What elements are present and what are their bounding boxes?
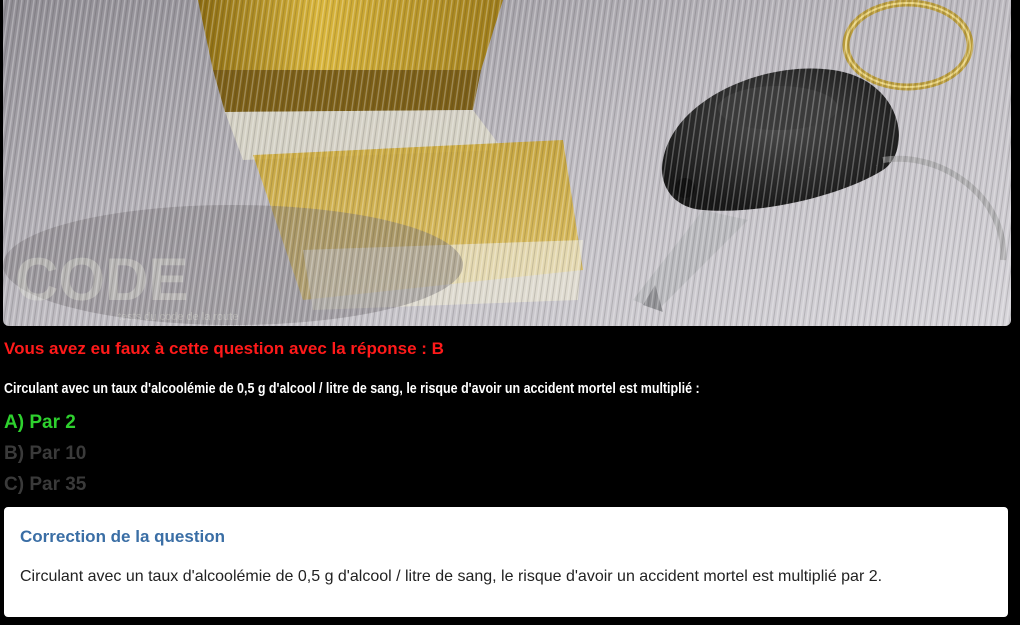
result-message: Vous avez eu faux à cette question avec … [4, 339, 444, 358]
answer-option-a[interactable]: A) Par 2 [4, 412, 76, 434]
answer-option-b[interactable]: B) Par 10 [4, 443, 86, 465]
question-illustration: CODE tests du code de la route [3, 0, 1011, 326]
answer-option-c[interactable]: C) Par 35 [4, 474, 86, 496]
drink-and-car-keys-icon: CODE tests du code de la route [3, 0, 1011, 326]
correction-title: Correction de la question [20, 527, 225, 546]
question-text: Circulant avec un taux d'alcoolémie de 0… [4, 381, 700, 397]
correction-text: Circulant avec un taux d'alcoolémie de 0… [20, 568, 883, 585]
correction-panel: Correction de la question Circulant avec… [4, 507, 1008, 617]
